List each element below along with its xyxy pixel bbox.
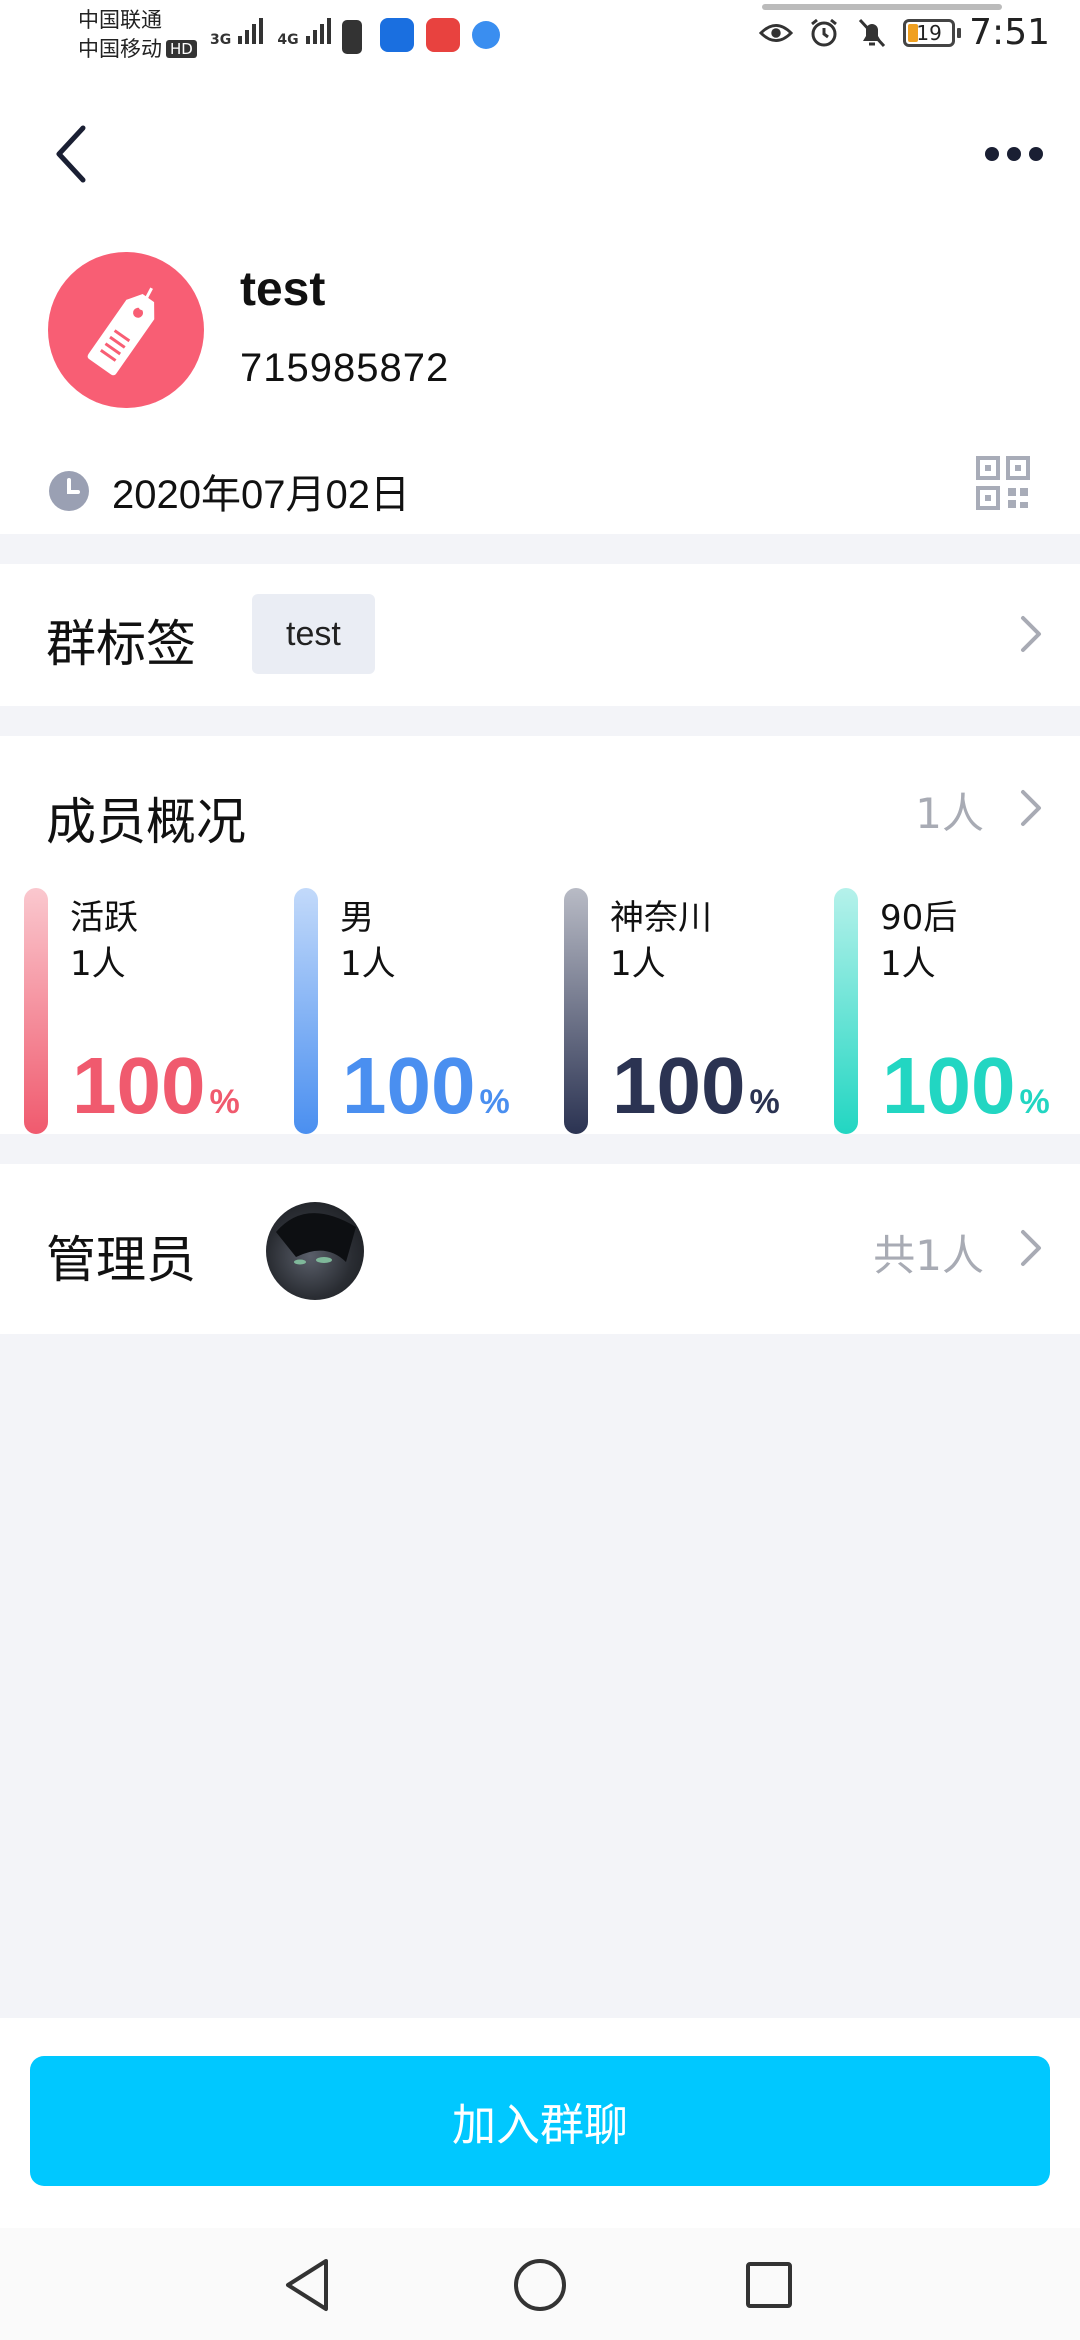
stat-bar (24, 888, 48, 1134)
stat-label: 90后 (880, 898, 958, 938)
nav-back-button[interactable] (272, 2250, 342, 2320)
stat-count: 1人 (880, 944, 936, 984)
stat-age: 90后 1人 100% (810, 888, 1080, 1134)
hd-badge: HD (166, 40, 197, 58)
alarm-icon (807, 16, 841, 50)
qr-code-icon (976, 456, 1030, 510)
stat-percent-value: 100 (882, 1041, 1016, 1130)
browser-app-icon (472, 21, 500, 49)
chevron-right-icon (1016, 786, 1046, 830)
stat-gender: 男 1人 100% (270, 888, 540, 1134)
carrier-mobile: 中国移动 HD (78, 35, 197, 64)
stat-bar (294, 888, 318, 1134)
stat-percent-value: 100 (612, 1041, 746, 1130)
mute-icon (855, 16, 889, 50)
chevron-right-icon (1016, 1226, 1046, 1270)
created-date-row: 2020年07月02日 (48, 462, 410, 520)
stat-label: 神奈川 (610, 898, 712, 938)
group-header: test 715985872 2020年07月02日 (0, 70, 1080, 534)
more-dot-icon (985, 147, 999, 161)
signal-bars-icon (305, 16, 331, 44)
stat-percent-unit: % (209, 1083, 240, 1121)
group-profile-page: 中国联通 中国移动 HD 3G 4G 19 7:51 test 71598587… (0, 0, 1080, 2340)
signal-4g: 4G (277, 16, 331, 48)
stat-label: 男 (340, 898, 374, 938)
chevron-right-icon (1016, 612, 1046, 656)
members-overview-label: 成员概况 (46, 793, 246, 851)
members-count: 1人 (915, 789, 984, 838)
admin-avatar-image (276, 1213, 356, 1265)
group-name: test (240, 263, 326, 316)
admin-count: 共1人 (873, 1231, 984, 1280)
price-tag-icon (87, 287, 155, 376)
stat-count: 1人 (340, 944, 396, 984)
triangle-back-icon (286, 2259, 328, 2311)
stat-percent-value: 100 (72, 1041, 206, 1130)
group-tag-chip: test (252, 594, 375, 674)
join-group-button[interactable]: 加入群聊 (30, 2056, 1050, 2186)
square-recents-icon (746, 2262, 792, 2308)
stat-percent: 100% (342, 1046, 510, 1142)
stat-label: 活跃 (70, 898, 138, 938)
carrier-info: 中国联通 中国移动 HD (78, 6, 197, 64)
clock: 7:51 (969, 12, 1050, 53)
stat-percent-value: 100 (342, 1041, 476, 1130)
qr-code-button[interactable] (976, 456, 1030, 510)
group-tag-row[interactable]: 群标签 test (0, 564, 1080, 706)
nav-home-button[interactable] (505, 2250, 575, 2320)
created-date: 2020年07月02日 (112, 473, 410, 517)
network-type-3g: 3G (210, 32, 232, 48)
members-overview[interactable]: 成员概况 1人 活跃 1人 100% 男 1人 100% 神奈川 1人 100 (0, 736, 1080, 1134)
stat-region: 神奈川 1人 100% (540, 888, 810, 1134)
back-button[interactable] (40, 114, 100, 194)
join-area: 加入群聊 (0, 2018, 1080, 2228)
stat-percent-unit: % (1019, 1083, 1050, 1121)
status-bar: 中国联通 中国移动 HD 3G 4G 19 7:51 (0, 0, 1080, 70)
clock-icon (49, 471, 89, 511)
battery-icon: 19 (903, 18, 962, 47)
stat-percent-unit: % (479, 1083, 510, 1121)
signal-3g: 3G (210, 16, 264, 48)
stat-count: 1人 (70, 944, 126, 984)
nav-recents-button[interactable] (734, 2250, 804, 2320)
group-tag-label: 群标签 (46, 615, 196, 673)
store-app-icon (426, 18, 460, 52)
more-options-button[interactable] (974, 124, 1054, 184)
notification-icons (336, 18, 500, 56)
system-nav-bar (0, 2228, 1080, 2340)
stat-percent: 100% (882, 1046, 1050, 1142)
more-dot-icon (1029, 147, 1043, 161)
group-avatar[interactable] (48, 252, 204, 408)
signal-bars-icon (238, 16, 264, 44)
stat-percent-unit: % (749, 1083, 780, 1121)
alert-icon (342, 20, 362, 54)
admin-avatar[interactable] (266, 1202, 364, 1300)
back-arrow-icon (56, 125, 86, 183)
stat-percent: 100% (72, 1046, 240, 1142)
group-id: 715985872 (240, 346, 450, 390)
signal-indicators: 3G 4G (210, 16, 331, 48)
carrier-unicom: 中国联通 (78, 8, 162, 32)
screen-indicator (762, 4, 1002, 10)
stat-bar (834, 888, 858, 1134)
stat-percent: 100% (612, 1046, 780, 1142)
admin-label: 管理员 (46, 1231, 196, 1289)
eye-icon (759, 16, 794, 50)
stat-count: 1人 (610, 944, 666, 984)
member-stats: 活跃 1人 100% 男 1人 100% 神奈川 1人 100% 90后 1人 … (0, 888, 1080, 1134)
network-type-4g: 4G (277, 32, 299, 48)
stat-bar (564, 888, 588, 1134)
circle-home-icon (514, 2259, 566, 2311)
admin-row[interactable]: 管理员 共1人 (0, 1164, 1080, 1334)
stat-active: 活跃 1人 100% (0, 888, 270, 1134)
more-dot-icon (1007, 147, 1021, 161)
status-right: 19 7:51 (759, 12, 1050, 53)
app-notification-icon (380, 18, 414, 52)
